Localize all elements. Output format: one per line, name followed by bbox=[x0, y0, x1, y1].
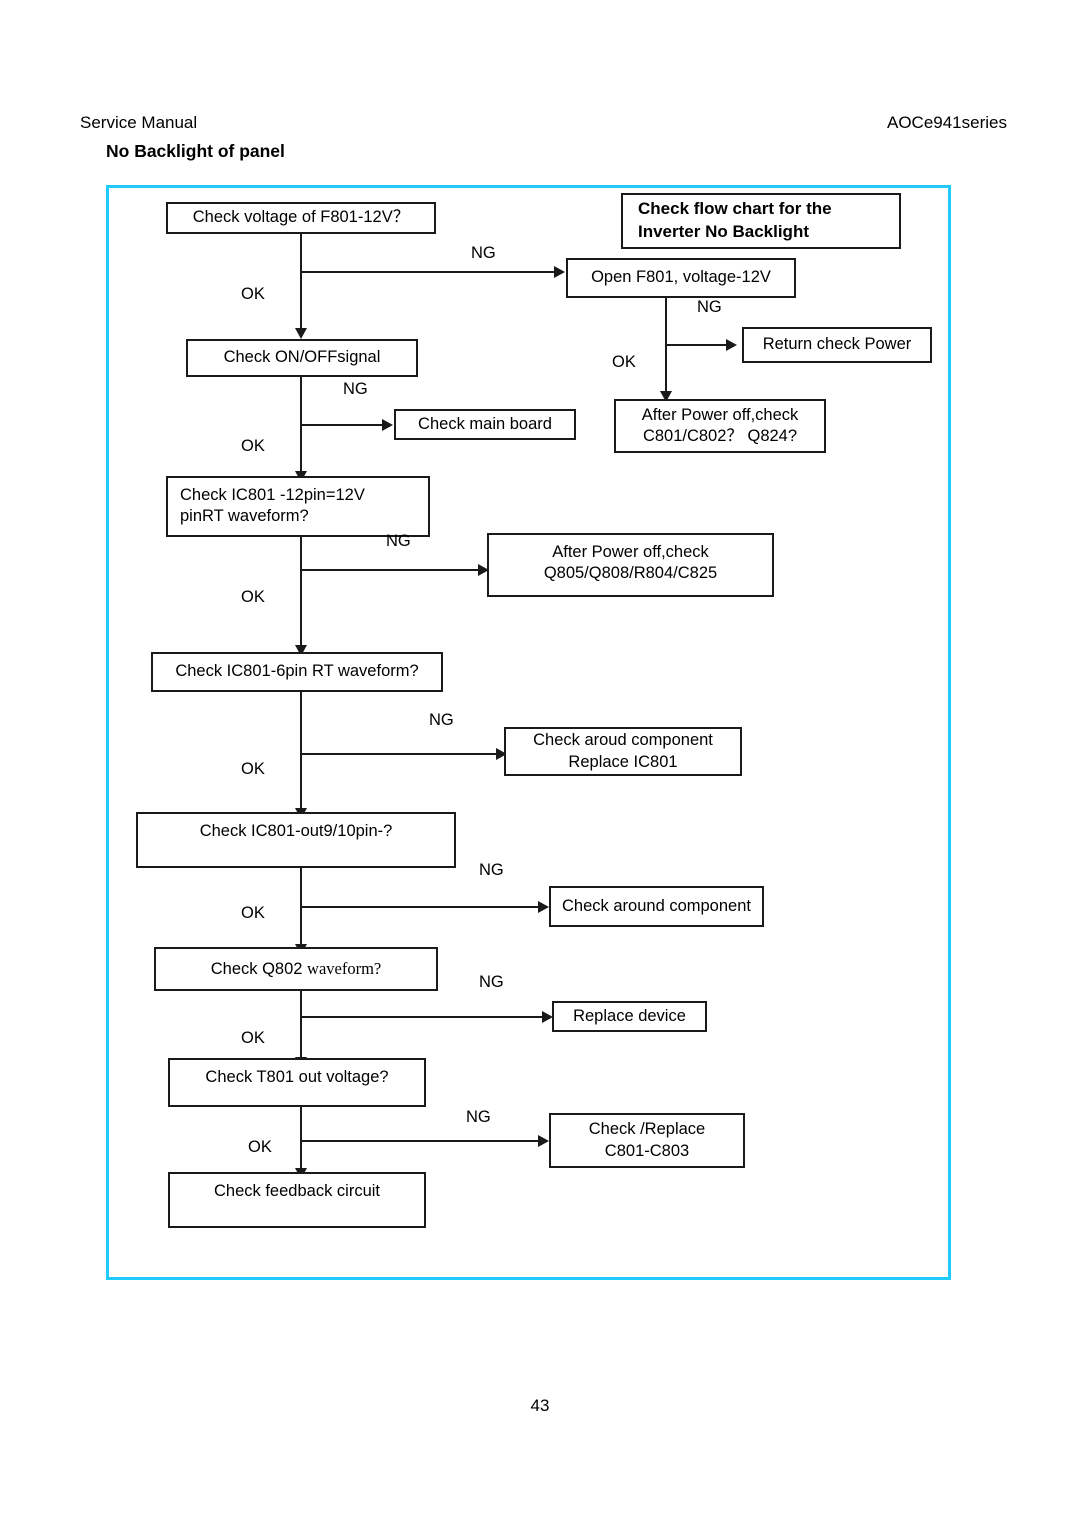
edge-label-ok-8: OK bbox=[248, 1138, 272, 1156]
edge-t801-to-feedback bbox=[300, 1107, 302, 1171]
edge-label-ng-5: NG bbox=[429, 711, 454, 729]
flowchart-canvas: Check flow chart for the Inverter No Bac… bbox=[0, 0, 1080, 1528]
node-replace-device-label: Replace device bbox=[573, 1006, 686, 1025]
edge-label-ok-5: OK bbox=[241, 760, 265, 778]
edge-label-ok-6: OK bbox=[241, 904, 265, 922]
flowchart-title-box: Check flow chart for the Inverter No Bac… bbox=[621, 193, 901, 249]
node-check-aroud-component-line1: Check aroud component bbox=[533, 731, 713, 750]
edge-q802-to-t801 bbox=[300, 991, 302, 1060]
node-check-ic801-6pin-label: Check IC801-6pin RT waveform? bbox=[175, 662, 419, 681]
edge-openf801-ng-to-return-power bbox=[665, 344, 728, 346]
edge-f801-to-onoff bbox=[300, 234, 302, 331]
edge-out9-ng-arrowhead bbox=[538, 901, 549, 913]
node-check-feedback-circuit-label: Check feedback circuit bbox=[214, 1182, 380, 1200]
node-check-ic801-12pin-line1: Check IC801 -12pin=12V bbox=[180, 486, 365, 504]
node-check-ic801-out9-10pin-label: Check IC801-out9/10pin-? bbox=[199, 822, 393, 840]
node-replace-device[interactable]: Replace device bbox=[552, 1001, 707, 1032]
node-check-around-component[interactable]: Check around component bbox=[549, 886, 764, 927]
node-check-ic801-out9-10pin[interactable]: Check IC801-out9/10pin-? bbox=[136, 812, 456, 868]
edge-onoff-ng-arrowhead bbox=[382, 419, 393, 431]
node-check-on-off-signal-label: Check ON/OFFsignal bbox=[223, 348, 381, 367]
node-check-main-board[interactable]: Check main board bbox=[394, 409, 576, 440]
node-return-check-power[interactable]: Return check Power bbox=[742, 327, 932, 363]
node-check-around-component-label: Check around component bbox=[562, 896, 751, 915]
node-open-f801[interactable]: Open F801, voltage-12V bbox=[566, 258, 796, 298]
node-check-q802-waveform-suffix: waveform? bbox=[307, 958, 382, 978]
edge-label-ng-6: NG bbox=[479, 861, 504, 879]
node-check-aroud-component-replace-ic801[interactable]: Check aroud component Replace IC801 bbox=[504, 727, 742, 776]
edge-ic801-6pin-to-out9 bbox=[300, 692, 302, 811]
edge-out9-ng-to-around-component bbox=[300, 906, 540, 908]
edge-label-ng-3: NG bbox=[343, 380, 368, 398]
edge-label-ok-1: OK bbox=[241, 285, 265, 303]
edge-label-ng-8: NG bbox=[466, 1108, 491, 1126]
edge-f801-to-onoff-arrowhead bbox=[295, 328, 307, 339]
edge-label-ng-7: NG bbox=[479, 973, 504, 991]
node-check-on-off-signal[interactable]: Check ON/OFFsignal bbox=[186, 339, 418, 377]
edge-label-ng-2: NG bbox=[697, 298, 722, 316]
edge-label-ng-4: NG bbox=[386, 532, 411, 550]
node-check-f801-voltage[interactable]: Check voltage of F801-12V？ bbox=[166, 202, 436, 234]
edge-label-ok-2: OK bbox=[612, 353, 636, 371]
edge-ic801-6pin-ng-to-aroud bbox=[300, 753, 498, 755]
edge-t801-ng-to-replace-c801 bbox=[300, 1140, 540, 1142]
node-after-power-off-q805-line1: After Power off,check bbox=[552, 543, 709, 561]
node-after-power-off-c801-line1: After Power off,check bbox=[641, 405, 799, 424]
node-check-q802-waveform-prefix: Check Q802 bbox=[210, 959, 308, 978]
node-check-t801-out-voltage-label: Check T801 out voltage? bbox=[205, 1068, 389, 1086]
node-check-aroud-component-line2: Replace IC801 bbox=[568, 752, 678, 771]
node-check-f801-voltage-label: Check voltage of F801-12V？ bbox=[192, 208, 410, 227]
node-after-power-off-q805-line2: Q805/Q808/R804/C825 bbox=[543, 564, 718, 583]
node-open-f801-label: Open F801, voltage-12V bbox=[591, 268, 771, 287]
node-check-main-board-label: Check main board bbox=[418, 414, 552, 433]
edge-q802-ng-to-replace-device bbox=[300, 1016, 544, 1018]
edge-f801-ng-arrowhead bbox=[554, 266, 565, 278]
node-check-replace-c801-c803[interactable]: Check /Replace C801-C803 bbox=[549, 1113, 745, 1168]
node-check-q802-waveform-label: Check Q802 waveform? bbox=[211, 958, 382, 980]
edge-openf801-ng-arrowhead bbox=[726, 339, 737, 351]
node-after-power-off-c801[interactable]: After Power off,check C801/C802？ Q824? bbox=[614, 399, 826, 453]
edge-label-ng-1: NG bbox=[471, 244, 496, 262]
node-check-replace-c801-c803-line2: C801-C803 bbox=[604, 1141, 690, 1160]
node-check-ic801-6pin[interactable]: Check IC801-6pin RT waveform? bbox=[151, 652, 443, 692]
node-return-check-power-label: Return check Power bbox=[762, 335, 912, 354]
node-check-replace-c801-c803-line1: Check /Replace bbox=[588, 1120, 706, 1139]
edge-f801-ng-to-open-f801 bbox=[300, 271, 556, 273]
node-after-power-off-c801-line2: C801/C802？ Q824? bbox=[642, 427, 798, 445]
edge-ic801-12pin-ng-to-q805 bbox=[300, 569, 480, 571]
node-after-power-off-q805[interactable]: After Power off,check Q805/Q808/R804/C82… bbox=[487, 533, 774, 597]
edge-label-ok-4: OK bbox=[241, 588, 265, 606]
edge-onoff-ng-to-main-board bbox=[300, 424, 384, 426]
edge-openf801-to-c801check bbox=[665, 298, 667, 395]
edge-label-ok-7: OK bbox=[241, 1029, 265, 1047]
edge-t801-ng-arrowhead bbox=[538, 1135, 549, 1147]
flowchart-title-line1: Check flow chart for the bbox=[638, 199, 832, 219]
node-check-ic801-12pin[interactable]: Check IC801 -12pin=12V pinRT waveform? bbox=[166, 476, 430, 537]
node-check-feedback-circuit[interactable]: Check feedback circuit bbox=[168, 1172, 426, 1228]
page-number: 43 bbox=[530, 1396, 550, 1415]
flowchart-title-line2: Inverter No Backlight bbox=[638, 222, 809, 241]
edge-ic801-12pin-to-6pin bbox=[300, 537, 302, 648]
node-check-q802-waveform[interactable]: Check Q802 waveform? bbox=[154, 947, 438, 991]
node-check-ic801-12pin-line2: pinRT waveform? bbox=[180, 507, 309, 526]
edge-label-ok-3: OK bbox=[241, 437, 265, 455]
node-check-t801-out-voltage[interactable]: Check T801 out voltage? bbox=[168, 1058, 426, 1107]
